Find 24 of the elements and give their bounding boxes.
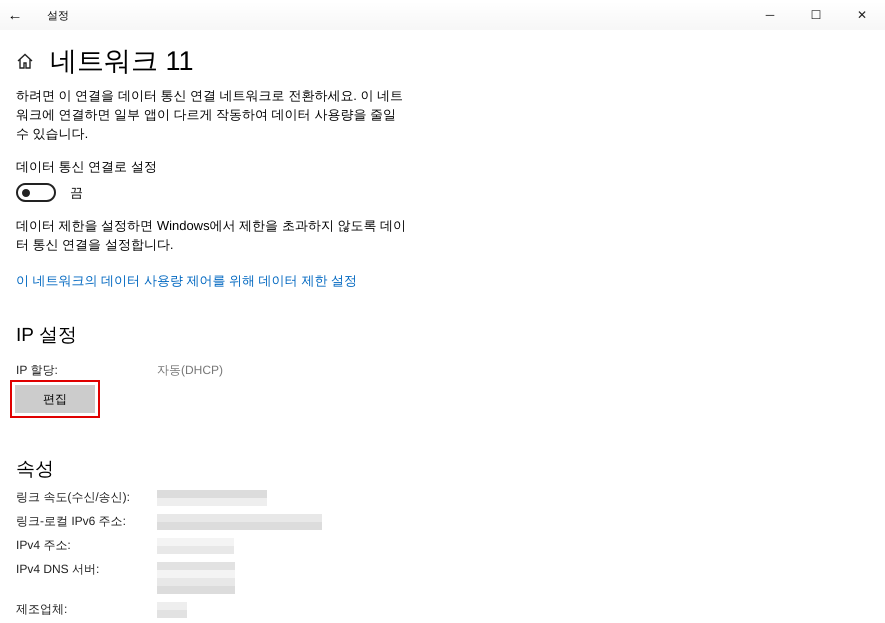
close-button[interactable]: ✕	[839, 8, 885, 22]
maximize-button[interactable]: ☐	[793, 8, 839, 22]
back-button[interactable]: ←	[0, 6, 30, 24]
description-text: 데이터 제한을 설정하면 Windows에서 제한을 초과하지 않도록 데이터 통신 연결을 설정합니다.	[16, 217, 408, 254]
home-icon[interactable]	[16, 52, 34, 70]
toggle-switch[interactable]	[16, 183, 56, 202]
property-label: 링크 속도(수신/송신):	[16, 490, 131, 505]
property-label: 링크-로컬 IPv6 주소:	[16, 514, 128, 529]
minimize-button[interactable]: ─	[747, 8, 793, 22]
page-title: 네트워크 11	[50, 46, 194, 76]
section-heading: IP 설정	[16, 324, 78, 348]
pixelated-value	[157, 602, 187, 618]
property-label: IP 할당:	[16, 362, 59, 378]
section-heading: 속성	[16, 458, 55, 482]
property-value: 자동(DHCP)	[157, 362, 223, 378]
description-text: 하려면 이 연결을 데이터 통신 연결 네트워크로 전환하세요. 이 네트워크에 연결하면 일부 앱이 다르게 작동하여 데이터 사용량을 줄일 수 있습니다.	[16, 87, 404, 143]
edit-button[interactable]: 편집	[15, 385, 95, 413]
property-label: IPv4 DNS 서버:	[16, 562, 100, 577]
toggle-state: 끔	[70, 184, 83, 202]
property-label: IPv4 주소:	[16, 538, 72, 553]
window-title: 설정	[47, 8, 69, 22]
setting-label: 데이터 통신 연결로 설정	[16, 158, 158, 176]
property-label: 제조업체:	[16, 602, 68, 617]
data-limit-link[interactable]: 이 네트워크의 데이터 사용량 제어를 위해 데이터 제한 설정	[16, 272, 357, 290]
